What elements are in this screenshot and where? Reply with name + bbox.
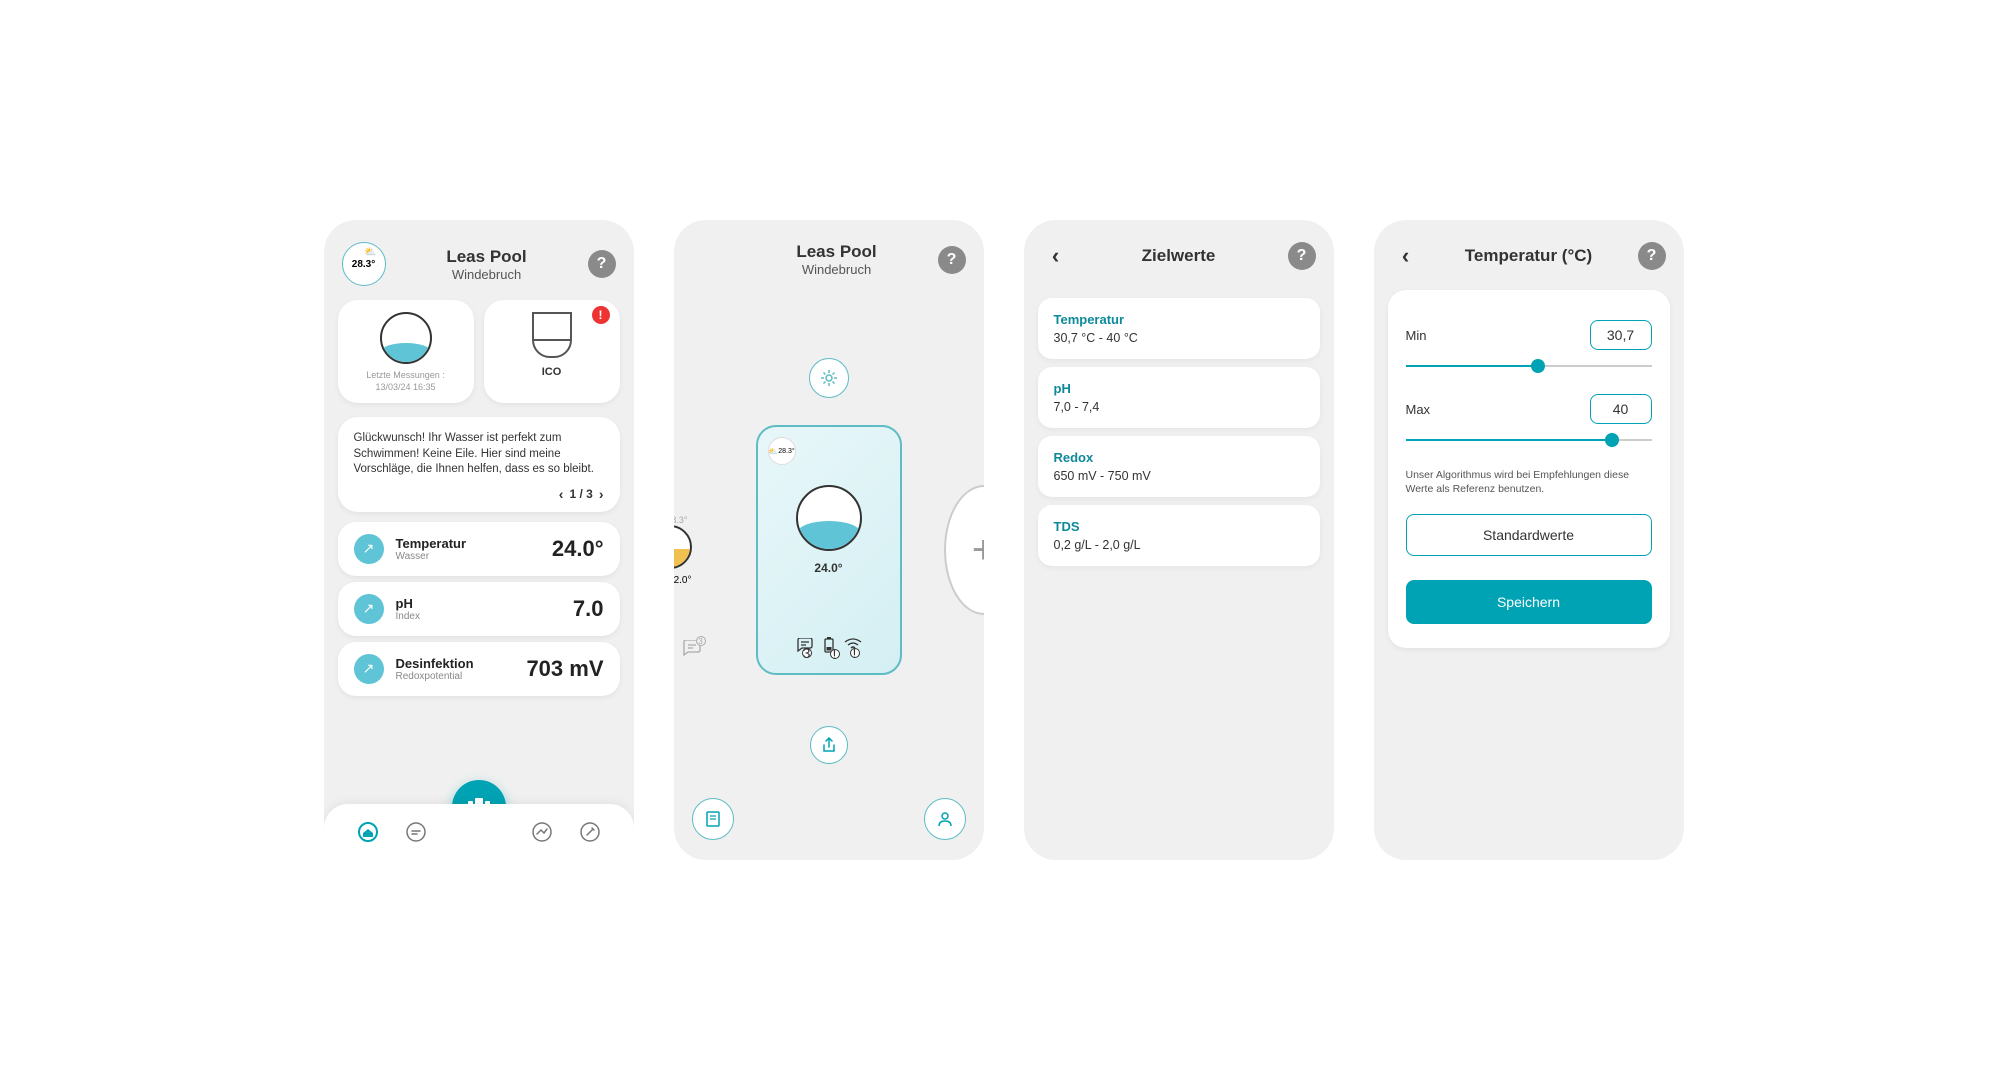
page-title: Zielwerte [1070,246,1288,266]
pool-name: Leas Pool [386,247,588,267]
back-button[interactable]: ‹ [1392,242,1420,270]
min-label: Min [1406,328,1427,343]
share-icon [822,737,836,753]
screen-zielwerte: ‹ Zielwerte ? Temperatur 30,7 °C - 40 °C… [1024,220,1334,860]
bottom-nav [324,804,634,860]
pager-next[interactable]: › [599,486,604,502]
temperature-form: Min 30,7 Max 40 Unser Algorithmus wird b… [1388,290,1670,648]
save-button[interactable]: Speichern [1406,580,1652,624]
recommendation-text: Glückwunsch! Ihr Wasser ist perfekt zum … [354,431,604,478]
metric-temperatur[interactable]: ↗ Temperatur Wasser 24.0° [338,522,620,576]
ico-label: ICO [542,366,562,378]
pool-water-icon [380,312,432,364]
chat-status-icon: 3 [796,638,814,662]
settings-button[interactable] [809,358,849,398]
recommendation-card[interactable]: Glückwunsch! Ihr Wasser ist perfekt zum … [338,417,620,512]
back-button[interactable]: ‹ [1042,242,1070,270]
help-button[interactable]: ? [1288,242,1316,270]
pool-water-icon [674,525,692,569]
screen-dashboard: ⛅ 28.3° Leas Pool Windebruch ? Letzte Me… [324,220,634,860]
target-temperatur[interactable]: Temperatur 30,7 °C - 40 °C [1038,298,1320,359]
page-title: Temperatur (°C) [1420,246,1638,266]
profile-button[interactable] [924,798,966,840]
nav-trends[interactable] [530,820,554,844]
arrow-up-icon: ↗ [354,654,384,684]
share-button[interactable] [810,726,848,764]
nav-home[interactable] [356,820,380,844]
help-button[interactable]: ? [588,250,616,278]
algorithm-note: Unser Algorithmus wird bei Empfehlungen … [1406,468,1652,496]
nav-edit[interactable] [578,820,602,844]
metric-ph[interactable]: ↗ pH Index 7.0 [338,582,620,636]
weather-badge[interactable]: ⛅ 28.3° [342,242,386,286]
side-chat-icon[interactable]: 3 [682,640,702,656]
contacts-button[interactable] [692,798,734,840]
target-ph[interactable]: pH 7,0 - 7,4 [1038,367,1320,428]
pool-temp: 24.0° [814,561,842,575]
book-icon [704,810,722,828]
max-label: Max [1406,402,1431,417]
arrow-up-icon: ↗ [354,534,384,564]
alert-badge: ! [592,306,610,324]
target-tds[interactable]: TDS 0,2 g/L - 2,0 g/L [1038,505,1320,566]
screen-temperatur-edit: ‹ Temperatur (°C) ? Min 30,7 Max 40 Unse… [1374,220,1684,860]
arrow-up-icon: ↗ [354,594,384,624]
weather-temp: 28.3° [352,259,375,270]
max-slider[interactable] [1406,430,1652,450]
pager-count: 1 / 3 [569,487,592,501]
plus-icon: + [972,528,984,573]
pool-name: Leas Pool [736,242,938,262]
nav-chat[interactable] [404,820,428,844]
carousel-main-pool[interactable]: ⛅ 28.3° 24.0° 3 ! ! [756,425,902,675]
max-input[interactable]: 40 [1590,394,1652,424]
pool-status-card[interactable]: Letzte Messungen : 13/03/24 16:35 [338,300,474,403]
mini-weather: ⛅ 28.3° [768,437,796,465]
pager-prev[interactable]: ‹ [559,486,564,502]
sun-cloud-icon: ⛅ [364,247,376,258]
gear-icon [819,368,839,388]
wifi-status-icon: ! [844,638,862,662]
screen-pool-selector: Leas Pool Windebruch ? 28.3° 22.0° ⛅ 28.… [674,220,984,860]
target-redox[interactable]: Redox 650 mV - 750 mV [1038,436,1320,497]
metric-desinfektion[interactable]: ↗ Desinfektion Redoxpotential 703 mV [338,642,620,696]
pool-location: Windebruch [736,262,938,277]
battery-status-icon: ! [824,637,834,663]
add-pool-button[interactable]: + [944,485,984,615]
default-values-button[interactable]: Standardwerte [1406,514,1652,556]
help-button[interactable]: ? [1638,242,1666,270]
help-button[interactable]: ? [938,246,966,274]
person-icon [936,810,954,828]
carousel-prev-pool[interactable]: 28.3° 22.0° [674,460,704,640]
ico-device-icon [532,312,572,358]
min-slider[interactable] [1406,356,1652,376]
pool-location: Windebruch [386,267,588,282]
pager: ‹ 1 / 3 › [354,486,604,502]
last-measurement: Letzte Messungen : 13/03/24 16:35 [366,370,445,393]
min-input[interactable]: 30,7 [1590,320,1652,350]
pool-water-icon [796,485,862,551]
ico-device-card[interactable]: ! ICO [484,300,620,403]
